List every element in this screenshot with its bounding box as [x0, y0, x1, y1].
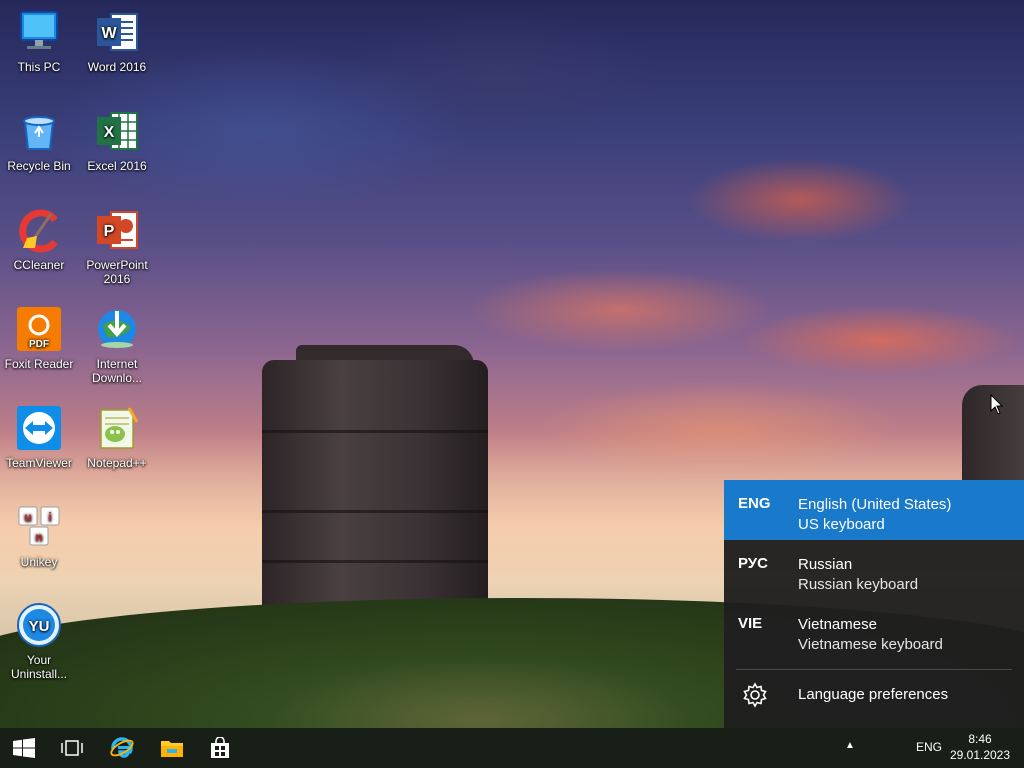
language-code: ENG	[738, 495, 771, 512]
desktop-icon-foxit-reader[interactable]: PDF Foxit Reader	[1, 305, 77, 371]
word-icon: W	[93, 8, 141, 56]
language-item-russian[interactable]: РУС Russian Russian keyboard	[724, 540, 1024, 600]
icon-label: Foxit Reader	[4, 357, 74, 371]
powerpoint-icon: P	[93, 206, 141, 254]
store-button[interactable]	[196, 728, 244, 768]
foxit-glyph: PDF	[29, 339, 49, 350]
language-item-english[interactable]: ENG English (United States) US keyboard	[724, 480, 1024, 540]
language-item-vietnamese[interactable]: VIE Vietnamese Vietnamese keyboard	[724, 600, 1024, 660]
internet-explorer-button[interactable]	[98, 728, 146, 768]
keyboard-layout: US keyboard	[798, 516, 885, 533]
desktop-icon-internet-download-manager[interactable]: Internet Downlo...	[79, 305, 155, 385]
gear-icon	[743, 682, 767, 708]
clock-time: 8:46	[968, 732, 992, 746]
desktop-icon-this-pc[interactable]: This PC	[1, 8, 77, 74]
desktop-icon-unikey[interactable]: u i n Unikey	[1, 503, 77, 569]
input-language-indicator[interactable]: ENG	[916, 740, 942, 754]
file-explorer-button[interactable]	[148, 728, 196, 768]
language-name: Russian	[798, 556, 853, 573]
icon-label: PowerPoint 2016	[86, 258, 148, 286]
taskbar-clock[interactable]: 8:46 29.01.2023	[946, 731, 1014, 763]
ccleaner-icon	[15, 206, 63, 254]
icon-label: CCleaner	[13, 258, 65, 272]
task-view-button[interactable]	[48, 728, 96, 768]
language-code: VIE	[738, 615, 763, 632]
unikey-icon: u i n	[15, 503, 63, 551]
keyboard-layout: Vietnamese keyboard	[798, 636, 943, 653]
this-pc-icon	[15, 8, 63, 56]
keyboard-layout: Russian keyboard	[798, 576, 919, 593]
desktop-icon-notepad-plus-plus[interactable]: Notepad++	[79, 404, 155, 470]
desktop-icon-your-uninstaller[interactable]: YU Your Uninstall...	[1, 601, 77, 681]
language-name: English (United States)	[798, 496, 952, 513]
unikey-glyph-3: n	[35, 530, 42, 544]
show-hidden-icons-chevron-icon[interactable]: ▲	[845, 740, 855, 751]
icon-label: Notepad++	[87, 456, 147, 470]
desktop-icon-excel[interactable]: X Excel 2016	[79, 107, 155, 173]
desktop-icon-powerpoint[interactable]: P PowerPoint 2016	[79, 206, 155, 286]
icon-label: Word 2016	[87, 60, 147, 74]
wallpaper-grass	[200, 640, 760, 728]
icon-label: Unikey	[20, 555, 58, 569]
your-uninstaller-glyph: YU	[29, 618, 50, 635]
your-uninstaller-icon: YU	[15, 601, 63, 649]
windows-logo-icon	[13, 738, 35, 758]
clock-date: 29.01.2023	[949, 748, 1011, 762]
language-flyout: ENG English (United States) US keyboard …	[724, 480, 1024, 728]
task-view-icon	[61, 740, 83, 756]
word-glyph: W	[101, 25, 117, 42]
store-icon	[211, 737, 229, 758]
language-code: РУС	[738, 555, 768, 572]
foxit-reader-icon: PDF	[15, 305, 63, 353]
desktop-icon-ccleaner[interactable]: CCleaner	[1, 206, 77, 272]
desktop-icon-teamviewer[interactable]: TeamViewer	[1, 404, 77, 470]
unikey-glyph-2: i	[48, 510, 51, 524]
icon-label: Your Uninstall...	[10, 653, 68, 681]
unikey-glyph-1: u	[24, 510, 31, 524]
notepad-plus-plus-icon	[93, 404, 141, 452]
language-name: Vietnamese	[798, 616, 877, 633]
folder-icon	[161, 741, 183, 757]
teamviewer-icon	[15, 404, 63, 452]
icon-label: Excel 2016	[87, 159, 147, 173]
powerpoint-glyph: P	[104, 223, 115, 240]
desktop-icon-recycle-bin[interactable]: Recycle Bin	[1, 107, 77, 173]
internet-download-manager-icon	[93, 305, 141, 353]
recycle-bin-icon	[15, 107, 63, 155]
language-preferences-link[interactable]: Language preferences	[724, 676, 1024, 716]
mouse-cursor-icon	[990, 394, 1004, 415]
language-preferences-label: Language preferences	[798, 686, 949, 703]
icon-label: Internet Downlo...	[91, 357, 143, 385]
desktop-icon-word[interactable]: W Word 2016	[79, 8, 155, 74]
icon-label: Recycle Bin	[7, 159, 71, 173]
excel-glyph: X	[104, 124, 115, 141]
icon-label: TeamViewer	[6, 456, 72, 470]
start-button[interactable]	[0, 728, 48, 768]
icon-label: This PC	[17, 60, 61, 74]
taskbar: ▲ ENG 8:46 29.01.2023	[0, 728, 1024, 768]
flyout-divider	[736, 669, 1012, 670]
excel-icon: X	[93, 107, 141, 155]
internet-explorer-icon	[110, 737, 134, 758]
